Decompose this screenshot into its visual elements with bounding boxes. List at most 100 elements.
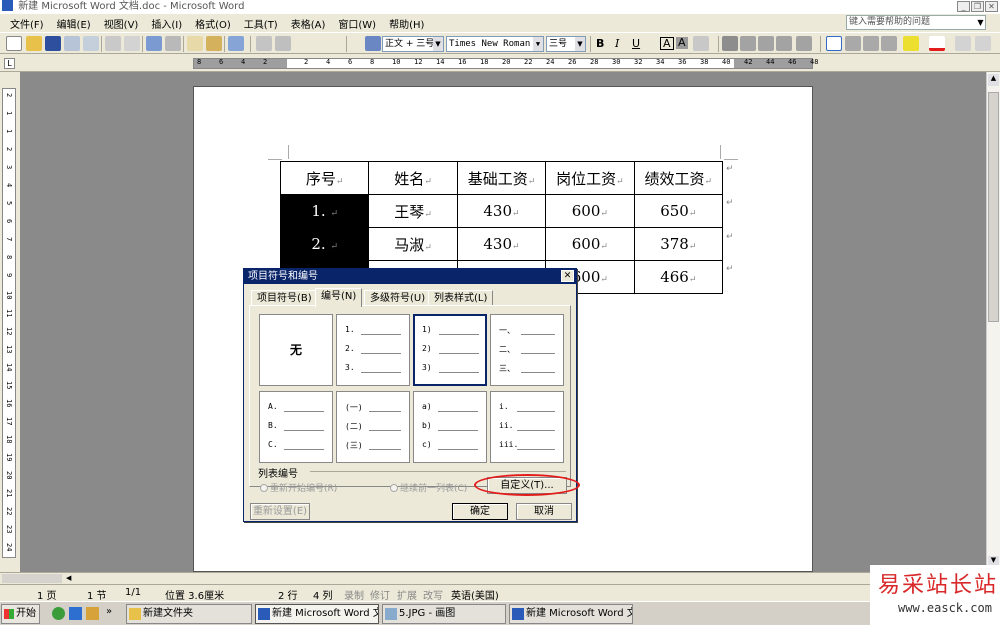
align-center-icon[interactable] — [740, 36, 756, 51]
chevron-right-icon[interactable]: » — [106, 606, 112, 617]
chevron-down-icon[interactable]: ▼ — [575, 37, 585, 51]
chevron-down-icon[interactable]: ▼ — [533, 37, 543, 51]
table-header-cell[interactable]: 姓名↵ — [368, 161, 458, 195]
task-folder[interactable]: 新建文件夹 — [126, 604, 252, 624]
table-header-cell[interactable]: 基础工资↵ — [456, 161, 547, 195]
ie-icon[interactable] — [69, 607, 82, 620]
status-extend[interactable]: 扩展 — [397, 587, 417, 602]
highlight-icon[interactable] — [903, 36, 919, 51]
bold-button[interactable]: B — [596, 37, 604, 50]
horizontal-scrollbar[interactable]: ◀ — [0, 572, 1000, 584]
dialog-close-icon[interactable]: ✕ — [561, 270, 574, 282]
numbering-option[interactable]: A. B. C. — [259, 391, 333, 463]
numbering-option[interactable]: 1. 2. 3. — [336, 314, 410, 386]
font-combo[interactable]: Times New Roman ▼ — [446, 36, 544, 52]
numbering-icon[interactable] — [826, 36, 842, 51]
cancel-button[interactable]: 取消 — [516, 503, 572, 520]
print-preview-icon[interactable] — [124, 36, 140, 51]
task-paint[interactable]: 5.JPG - 画图 — [382, 604, 506, 624]
chevron-down-icon[interactable]: ▼ — [433, 37, 443, 51]
ok-button[interactable]: 确定 — [452, 503, 508, 520]
table-cell[interactable]: 378↵ — [633, 227, 724, 261]
align-right-icon[interactable] — [758, 36, 774, 51]
distributed-icon[interactable] — [776, 36, 792, 51]
numbering-option[interactable]: 一、 二、 三、 — [490, 314, 564, 386]
help-search-input[interactable]: 键入需要帮助的问题 ▼ — [846, 15, 986, 30]
increase-indent-icon[interactable] — [881, 36, 897, 51]
hyperlink-icon[interactable] — [256, 36, 272, 51]
minimize-button[interactable]: _ — [957, 1, 970, 12]
tab-outline-numbered[interactable]: 多级符号(U) — [364, 290, 432, 306]
table-cell-number[interactable]: 2. ↵ — [279, 227, 370, 261]
menu-edit[interactable]: 编辑(E) — [57, 16, 91, 31]
char-scale-icon[interactable] — [693, 36, 709, 51]
table-cell-number[interactable]: 1. ↵ — [279, 194, 370, 228]
restart-numbering-radio[interactable]: 重新开始编号(R) — [260, 481, 337, 494]
undo-icon[interactable] — [228, 36, 244, 51]
menu-help[interactable]: 帮助(H) — [389, 16, 424, 31]
status-track[interactable]: 修订 — [370, 587, 390, 602]
tables-borders-icon[interactable] — [275, 36, 291, 51]
reset-button[interactable]: 重新设置(E) — [250, 503, 310, 520]
scroll-left-icon[interactable]: ◀ — [66, 574, 76, 583]
size-combo[interactable]: 三号 ▼ — [546, 36, 586, 52]
copy-icon[interactable] — [187, 36, 203, 51]
numbering-option-none[interactable]: 无 — [259, 314, 333, 386]
underline-button[interactable]: U — [632, 37, 640, 50]
numbering-option[interactable]: a) b) c) — [413, 391, 487, 463]
align-justify-icon[interactable] — [722, 36, 738, 51]
status-record[interactable]: 录制 — [344, 587, 364, 602]
menu-insert[interactable]: 插入(I) — [151, 16, 182, 31]
dialog-title-bar[interactable]: 项目符号和编号 ✕ — [244, 269, 576, 284]
restore-button[interactable]: ❐ — [971, 1, 984, 12]
vertical-ruler[interactable]: 2 1 1 2 3 4 5 6 7 8 9 10 11 12 13 14 15 16 17 18 19 20 21 22 23 2… — [2, 88, 16, 558]
table-cell[interactable]: 466↵ — [633, 260, 724, 294]
status-overtype[interactable]: 改写 — [423, 587, 443, 602]
research-icon[interactable] — [165, 36, 181, 51]
numbering-option[interactable]: (一) (二) (三) — [336, 391, 410, 463]
permission-icon[interactable] — [64, 36, 80, 51]
save-icon[interactable] — [45, 36, 61, 51]
line-spacing-icon[interactable] — [796, 36, 812, 51]
table-header-cell[interactable]: 岗位工资↵ — [545, 161, 635, 195]
tab-selector-icon[interactable]: L — [4, 58, 15, 69]
menu-file[interactable]: 文件(F) — [10, 16, 44, 31]
styles-icon[interactable] — [365, 36, 381, 51]
italic-button[interactable]: I — [615, 37, 619, 50]
font-color-icon[interactable] — [929, 36, 945, 51]
quicklaunch-icon[interactable] — [52, 607, 65, 620]
desktop-icon[interactable] — [86, 607, 99, 620]
paste-icon[interactable] — [206, 36, 222, 51]
table-cell[interactable]: 430↵ — [456, 194, 547, 228]
table-header-cell[interactable]: 绩效工资↵ — [633, 161, 724, 195]
new-document-icon[interactable] — [6, 36, 22, 51]
menu-tools[interactable]: 工具(T) — [244, 16, 278, 31]
menu-format[interactable]: 格式(O) — [195, 16, 231, 31]
table-cell[interactable]: 马淑↵ — [368, 227, 458, 261]
table-cell[interactable]: 600↵ — [545, 227, 635, 261]
menu-view[interactable]: 视图(V) — [104, 16, 139, 31]
close-window-button[interactable]: ✕ — [985, 1, 998, 12]
numbering-option[interactable]: i. ii. iii. — [490, 391, 564, 463]
scroll-up-icon[interactable]: ▲ — [988, 74, 999, 86]
table-cell[interactable]: 王琴↵ — [368, 194, 458, 228]
tab-list-styles[interactable]: 列表样式(L) — [428, 290, 494, 306]
phonetic-guide-icon[interactable] — [955, 36, 971, 51]
enclose-characters-icon[interactable] — [975, 36, 991, 51]
scroll-thumb[interactable] — [988, 92, 999, 322]
horizontal-ruler[interactable]: L 8 6 4 2 2 4 6 8 10 12 14 16 18 20 22 24 26 28 30 32 34 36 38… — [0, 55, 1000, 72]
menu-window[interactable]: 窗口(W) — [338, 16, 376, 31]
start-button[interactable]: 开始 — [1, 604, 40, 624]
task-word-2[interactable]: 新建 Microsoft Word 文... — [509, 604, 633, 624]
view-buttons[interactable] — [2, 574, 62, 583]
menu-table[interactable]: 表格(A) — [291, 16, 326, 31]
char-border-button[interactable]: A — [660, 37, 674, 50]
continue-list-radio[interactable]: 继续前一列表(C) — [390, 481, 467, 494]
bullets-icon[interactable] — [845, 36, 861, 51]
tab-numbering[interactable]: 编号(N) — [315, 288, 363, 307]
spelling-icon[interactable] — [146, 36, 162, 51]
task-word-1[interactable]: 新建 Microsoft Word 文... — [255, 604, 379, 624]
open-folder-icon[interactable] — [26, 36, 42, 51]
decrease-indent-icon[interactable] — [863, 36, 879, 51]
table-cell[interactable]: 650↵ — [633, 194, 724, 228]
